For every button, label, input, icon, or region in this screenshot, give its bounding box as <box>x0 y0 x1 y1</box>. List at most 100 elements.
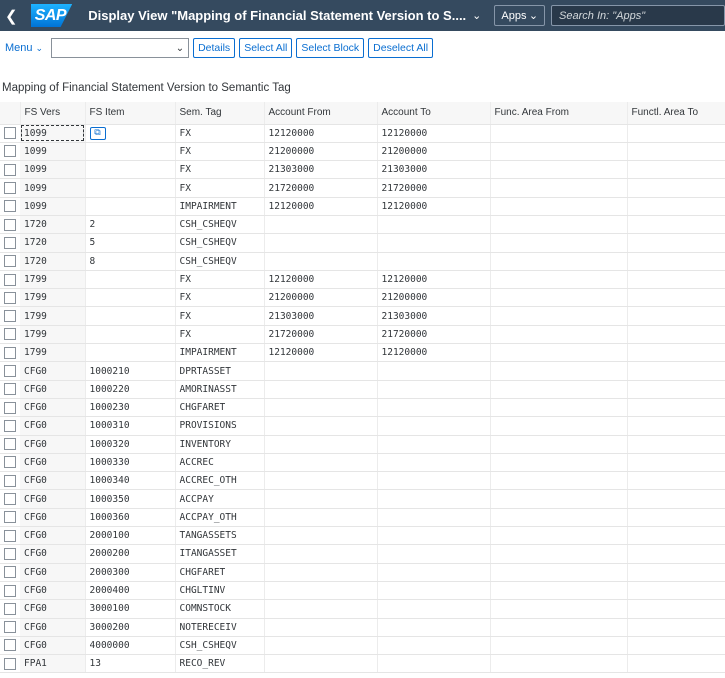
account-from-cell[interactable] <box>264 435 378 454</box>
fs-vers-cell[interactable]: 1099 <box>20 160 86 180</box>
sem-tag-cell[interactable]: ITANGASSET <box>175 544 265 564</box>
fs-item-cell[interactable]: 1000220 <box>85 380 176 399</box>
table-row[interactable]: 1099 FX 21720000 21720000 <box>0 178 725 198</box>
column-header-func-area-from[interactable]: Func. Area From <box>490 102 628 125</box>
account-to-cell[interactable] <box>377 618 491 637</box>
table-row[interactable]: CFG0 1000360 ACCPAY_OTH <box>0 508 725 528</box>
func-area-to-cell[interactable] <box>627 343 725 363</box>
account-to-cell[interactable] <box>377 215 491 235</box>
func-area-to-cell[interactable] <box>627 252 725 271</box>
account-from-cell[interactable] <box>264 380 378 399</box>
row-selector[interactable] <box>0 215 20 235</box>
table-row[interactable]: CFG0 1000220 AMORINASST <box>0 380 725 399</box>
sem-tag-cell[interactable]: CSH_CSHEQV <box>175 233 265 253</box>
row-checkbox[interactable] <box>4 145 16 158</box>
account-from-cell[interactable] <box>264 252 378 271</box>
account-from-cell[interactable] <box>264 526 378 546</box>
row-selector[interactable] <box>0 178 20 198</box>
table-row[interactable]: CFG0 1000330 ACCREC <box>0 453 725 473</box>
fs-vers-cell[interactable]: CFG0 <box>20 526 86 546</box>
func-area-to-cell[interactable] <box>627 526 725 546</box>
fs-item-cell[interactable] <box>85 288 176 308</box>
fs-item-cell[interactable]: 2000300 <box>85 563 176 582</box>
fs-item-cell[interactable] <box>85 142 176 162</box>
account-from-cell[interactable]: 21720000 <box>264 178 378 198</box>
account-to-cell[interactable] <box>377 508 491 528</box>
fs-vers-cell[interactable]: 1720 <box>20 233 86 253</box>
row-checkbox[interactable] <box>4 127 16 140</box>
row-checkbox[interactable] <box>4 547 16 560</box>
sem-tag-cell[interactable]: CHGFARET <box>175 563 265 582</box>
row-selector[interactable] <box>0 453 20 473</box>
fs-item-cell[interactable]: 3000200 <box>85 618 176 637</box>
sem-tag-cell[interactable]: COMNSTOCK <box>175 599 265 619</box>
func-area-from-cell[interactable] <box>490 636 628 656</box>
table-row[interactable]: CFG0 1000350 ACCPAY <box>0 489 725 509</box>
command-field[interactable]: ⌄ <box>51 38 190 58</box>
func-area-from-cell[interactable] <box>490 160 628 180</box>
select-all-button[interactable]: Select All <box>239 38 293 58</box>
row-checkbox[interactable] <box>4 566 16 579</box>
sem-tag-cell[interactable]: FX <box>175 142 265 162</box>
row-checkbox[interactable] <box>4 621 16 634</box>
func-area-to-cell[interactable] <box>627 453 725 473</box>
func-area-to-cell[interactable] <box>627 581 725 601</box>
sem-tag-cell[interactable]: ACCREC_OTH <box>175 471 265 491</box>
row-selector[interactable] <box>0 581 20 601</box>
column-header-func-area-to[interactable]: Functl. Area To <box>627 102 725 125</box>
account-to-cell[interactable]: 12120000 <box>377 124 491 143</box>
account-from-cell[interactable] <box>264 453 378 473</box>
account-to-cell[interactable] <box>377 581 491 601</box>
account-from-cell[interactable] <box>264 581 378 601</box>
func-area-to-cell[interactable] <box>627 160 725 180</box>
row-selector[interactable] <box>0 599 20 619</box>
func-area-to-cell[interactable] <box>627 233 725 253</box>
func-area-from-cell[interactable] <box>490 508 628 528</box>
func-area-from-cell[interactable] <box>490 343 628 363</box>
row-checkbox[interactable] <box>4 163 16 176</box>
func-area-from-cell[interactable] <box>490 581 628 601</box>
table-row[interactable]: 1799 FX 21303000 21303000 <box>0 306 725 326</box>
func-area-from-cell[interactable] <box>490 288 628 308</box>
account-to-cell[interactable] <box>377 526 491 546</box>
sem-tag-cell[interactable]: ACCREC <box>175 453 265 473</box>
table-row[interactable]: 1720 5 CSH_CSHEQV <box>0 233 725 253</box>
row-selector[interactable] <box>0 618 20 637</box>
account-from-cell[interactable] <box>264 489 378 509</box>
table-row[interactable]: 1799 FX 12120000 12120000 <box>0 270 725 290</box>
account-from-cell[interactable]: 21303000 <box>264 306 378 326</box>
account-from-cell[interactable] <box>264 618 378 637</box>
fs-item-cell[interactable] <box>85 325 176 345</box>
fs-vers-cell[interactable]: CFG0 <box>20 435 86 454</box>
row-selector[interactable] <box>0 142 20 162</box>
fs-item-cell[interactable]: 2 <box>85 215 176 235</box>
fs-item-cell[interactable]: 1000310 <box>85 416 176 436</box>
account-to-cell[interactable]: 21200000 <box>377 142 491 162</box>
func-area-from-cell[interactable] <box>490 380 628 399</box>
func-area-to-cell[interactable] <box>627 599 725 619</box>
table-row[interactable]: CFG0 1000230 CHGFARET <box>0 398 725 418</box>
func-area-to-cell[interactable] <box>627 306 725 326</box>
account-to-cell[interactable] <box>377 563 491 582</box>
search-input[interactable]: Search In: "Apps" <box>551 5 725 26</box>
table-row[interactable]: CFG0 3000100 COMNSTOCK <box>0 599 725 619</box>
row-selector[interactable] <box>0 398 20 418</box>
fs-item-cell[interactable]: 3000100 <box>85 599 176 619</box>
sem-tag-cell[interactable]: ACCPAY_OTH <box>175 508 265 528</box>
fs-item-cell[interactable]: 4000000 <box>85 636 176 656</box>
row-checkbox[interactable] <box>4 602 16 615</box>
account-to-cell[interactable]: 21303000 <box>377 306 491 326</box>
row-selector[interactable] <box>0 380 20 399</box>
func-area-to-cell[interactable] <box>627 215 725 235</box>
func-area-from-cell[interactable] <box>490 544 628 564</box>
table-row[interactable]: CFG0 3000200 NOTERECEIV <box>0 618 725 637</box>
row-checkbox[interactable] <box>4 456 16 469</box>
account-to-cell[interactable]: 21720000 <box>377 178 491 198</box>
fs-vers-cell[interactable]: 1720 <box>20 215 86 235</box>
row-selector[interactable] <box>0 197 20 216</box>
account-from-cell[interactable] <box>264 471 378 491</box>
fs-vers-cell[interactable]: 1799 <box>20 288 86 308</box>
fs-item-cell[interactable]: 2000100 <box>85 526 176 546</box>
sem-tag-cell[interactable]: FX <box>175 124 265 143</box>
fs-vers-cell[interactable]: 1799 <box>20 343 86 363</box>
